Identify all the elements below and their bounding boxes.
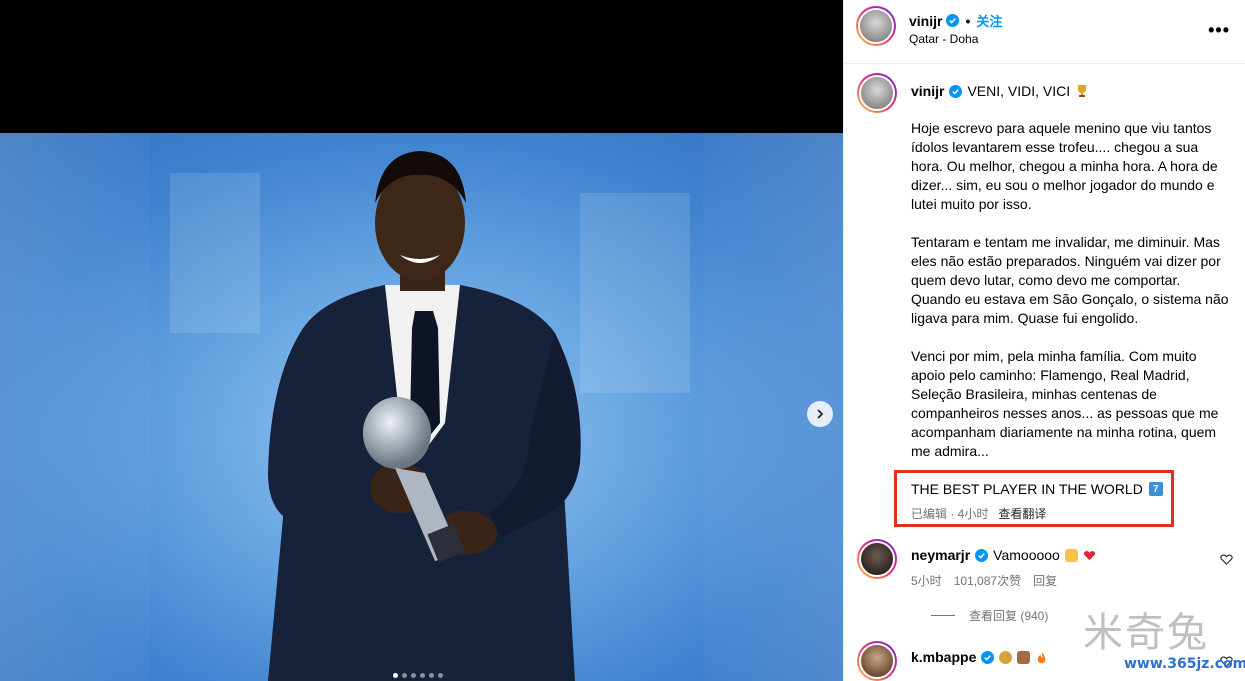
post-media [0, 0, 843, 681]
location-link[interactable]: Qatar - Doha [909, 32, 978, 46]
carousel-dot [438, 673, 443, 678]
edited-timestamp: 已编辑 · 4小时 [911, 507, 989, 521]
more-options-icon[interactable]: ••• [1208, 20, 1230, 41]
carousel-dot [420, 673, 425, 678]
instagram-post-view: vinijr • 关注 Qatar - Doha ••• vinijr VENI… [0, 0, 1245, 681]
chevron-right-icon [817, 409, 824, 419]
author-row: vinijr • 关注 [909, 11, 1002, 30]
comment-time: 5小时 [911, 574, 942, 588]
caption-paragraph: Tentaram e tentam me invalidar, me dimin… [911, 234, 1229, 326]
follow-button[interactable]: 关注 [976, 11, 1002, 30]
watermark-text: 米奇兔 [1083, 610, 1209, 656]
verified-badge-icon [975, 548, 989, 562]
carousel-dot [402, 673, 407, 678]
next-slide-button[interactable] [807, 401, 833, 427]
carousel-dot [393, 673, 398, 678]
verified-badge-icon [981, 650, 995, 664]
view-replies-button[interactable]: 查看回复 (940) [931, 607, 1048, 624]
author-username[interactable]: vinijr [909, 13, 942, 29]
carousel-dot [429, 673, 434, 678]
replies-divider-line [931, 615, 955, 616]
best-player-text: THE BEST PLAYER IN THE WORLD [911, 481, 1143, 497]
caption-username[interactable]: vinijr [911, 83, 944, 99]
reply-button[interactable]: 回复 [1033, 572, 1057, 589]
post-photo [0, 133, 843, 681]
verified-badge-icon [949, 84, 963, 98]
comment-meta: 5小时 101,087次赞 回复 [911, 572, 1057, 589]
post-side-panel: vinijr • 关注 Qatar - Doha ••• vinijr VENI… [843, 0, 1245, 681]
commenter-username[interactable]: k.mbappe [911, 649, 976, 665]
caption-paragraph: Hoje escrevo para aquele menino que viu … [911, 120, 1218, 212]
separator-dot: • [965, 12, 971, 29]
keycap-seven-emoji: 7 [1148, 482, 1163, 496]
medal-emoji [999, 650, 1013, 664]
caption-meta: 已编辑 · 4小时 查看翻译 [911, 505, 1046, 522]
author-avatar[interactable] [856, 6, 896, 46]
caption-author-avatar[interactable] [857, 73, 897, 113]
watermark-url: www.365jz.com [1124, 656, 1245, 672]
post-header: vinijr • 关注 Qatar - Doha ••• [844, 0, 1245, 64]
commenter-avatar[interactable] [857, 641, 897, 681]
player-with-trophy-image [268, 151, 581, 681]
see-translation-link[interactable]: 查看翻译 [998, 505, 1046, 522]
caption-title: VENI, VIDI, VICI [967, 83, 1071, 99]
carousel-dot [411, 673, 416, 678]
like-heart-icon[interactable] [1220, 553, 1233, 566]
fire-emoji [1038, 651, 1046, 663]
clapping-hands-emoji [1064, 548, 1078, 562]
view-replies-label: 查看回复 (940) [969, 609, 1049, 623]
commenter-avatar[interactable] [857, 539, 897, 579]
comment-row: neymarjr Vamooooo [911, 547, 1096, 563]
red-heart-emoji [1083, 550, 1095, 560]
comment-text: Vamooooo [993, 547, 1060, 563]
best-player-line: THE BEST PLAYER IN THE WORLD 7 [911, 481, 1163, 497]
caption-body: Hoje escrevo para aquele menino que viu … [911, 119, 1231, 461]
comment-likes[interactable]: 101,087次赞 [954, 572, 1021, 589]
carousel-indicator [393, 673, 443, 678]
flexed-biceps-emoji [1017, 650, 1031, 664]
trophy-emoji-icon [1078, 85, 1087, 97]
commenter-username[interactable]: neymarjr [911, 547, 970, 563]
caption-paragraph: Venci por mim, pela minha família. Com m… [911, 348, 1219, 459]
verified-badge-icon [946, 14, 960, 27]
caption-header: vinijr VENI, VIDI, VICI [911, 83, 1089, 99]
comment-row: k.mbappe [911, 649, 1048, 665]
